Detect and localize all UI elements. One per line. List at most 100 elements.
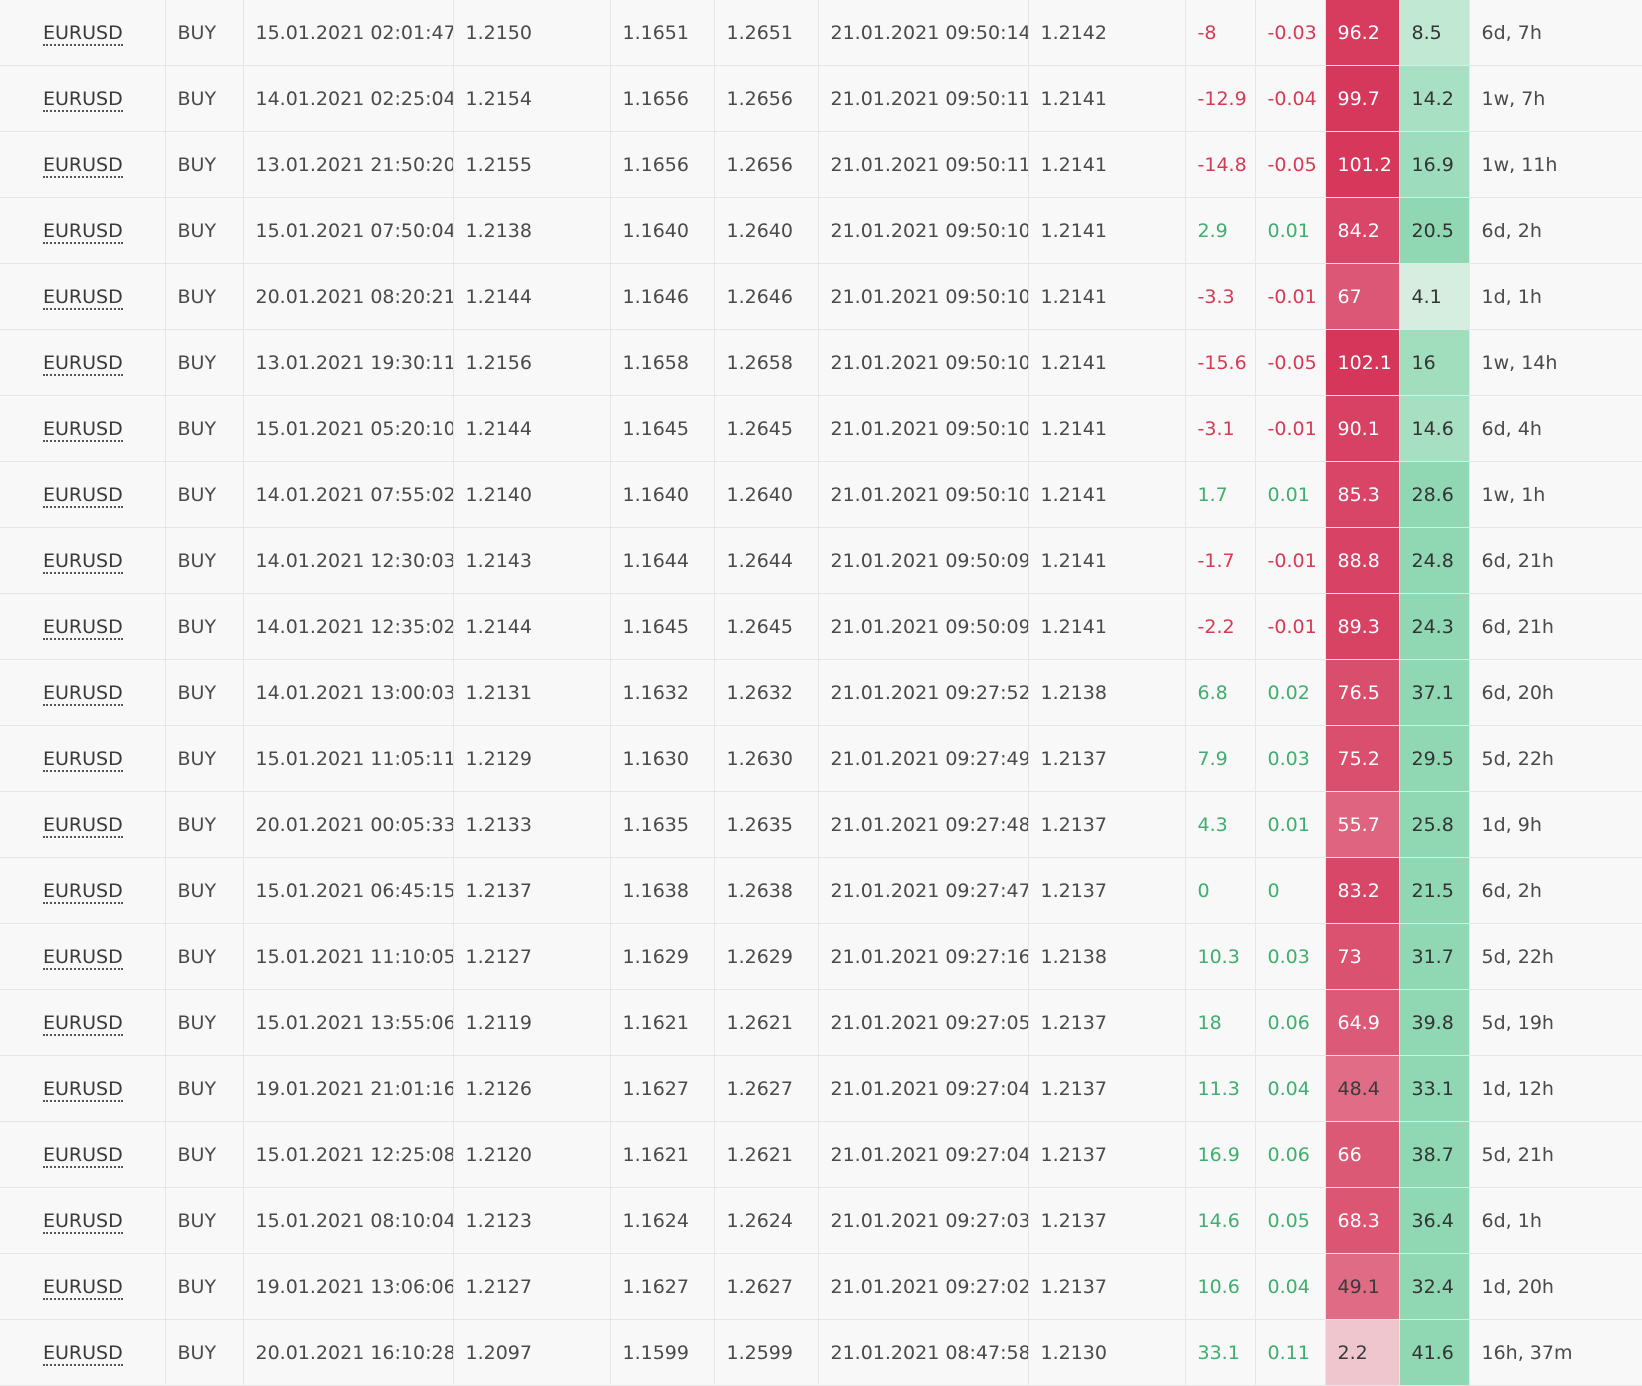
symbol-cell: EURUSD xyxy=(0,527,166,594)
take-profit-cell: 1.2645 xyxy=(714,593,819,660)
symbol-link[interactable]: EURUSD xyxy=(43,1143,123,1168)
table-row[interactable]: EURUSD BUY 14.01.2021 12:35:02 1.2144 1.1645… xyxy=(0,593,1642,660)
table-row[interactable]: EURUSD BUY 15.01.2021 11:10:05 1.2127 1.1629… xyxy=(0,923,1642,990)
reward-heat-cell: 16 xyxy=(1399,329,1470,396)
table-row[interactable]: EURUSD BUY 15.01.2021 12:25:08 1.2120 1.1621… xyxy=(0,1121,1642,1188)
table-row[interactable]: EURUSD BUY 14.01.2021 13:00:03 1.2131 1.1632… xyxy=(0,659,1642,726)
table-row[interactable]: EURUSD BUY 15.01.2021 13:55:06 1.2119 1.1621… xyxy=(0,989,1642,1056)
stop-loss-cell: 1.1621 xyxy=(610,989,715,1056)
symbol-link[interactable]: EURUSD xyxy=(43,879,123,904)
symbol-link[interactable]: EURUSD xyxy=(43,1209,123,1234)
symbol-link[interactable]: EURUSD xyxy=(43,681,123,706)
profit-cell: 0.06 xyxy=(1255,1121,1326,1188)
risk-heat-cell: 102.1 xyxy=(1325,329,1400,396)
symbol-link[interactable]: EURUSD xyxy=(43,285,123,310)
risk-heat-cell: 89.3 xyxy=(1325,593,1400,660)
table-row[interactable]: EURUSD BUY 19.01.2021 21:01:16 1.2126 1.1627… xyxy=(0,1055,1642,1122)
stop-loss-cell: 1.1638 xyxy=(610,857,715,924)
close-time-cell: 21.01.2021 09:27:16 xyxy=(818,923,1029,990)
symbol-link[interactable]: EURUSD xyxy=(43,1341,123,1366)
symbol-link[interactable]: EURUSD xyxy=(43,945,123,970)
table-row[interactable]: EURUSD BUY 20.01.2021 08:20:21 1.2144 1.1646… xyxy=(0,263,1642,330)
close-price-cell: 1.2141 xyxy=(1028,329,1186,396)
close-price-cell: 1.2137 xyxy=(1028,1121,1186,1188)
duration-cell: 1w, 1h xyxy=(1469,461,1642,528)
profit-cell: 0.01 xyxy=(1255,197,1326,264)
close-price-cell: 1.2141 xyxy=(1028,395,1186,462)
symbol-link[interactable]: EURUSD xyxy=(43,549,123,574)
table-row[interactable]: EURUSD BUY 15.01.2021 11:05:11 1.2129 1.1630… xyxy=(0,725,1642,792)
table-row[interactable]: EURUSD BUY 15.01.2021 07:50:04 1.2138 1.1640… xyxy=(0,197,1642,264)
symbol-cell: EURUSD xyxy=(0,197,166,264)
table-row[interactable]: EURUSD BUY 15.01.2021 02:01:47 1.2150 1.1651… xyxy=(0,0,1642,66)
reward-heat-cell: 4.1 xyxy=(1399,263,1470,330)
side-cell: BUY xyxy=(165,65,244,132)
open-price-cell: 1.2155 xyxy=(453,131,611,198)
close-time-cell: 21.01.2021 09:27:48 xyxy=(818,791,1029,858)
reward-heat-cell: 24.8 xyxy=(1399,527,1470,594)
profit-cell: 0.04 xyxy=(1255,1253,1326,1320)
reward-heat-cell: 21.5 xyxy=(1399,857,1470,924)
side-cell: BUY xyxy=(165,395,244,462)
symbol-cell: EURUSD xyxy=(0,461,166,528)
risk-heat-cell: 101.2 xyxy=(1325,131,1400,198)
duration-cell: 5d, 22h xyxy=(1469,725,1642,792)
take-profit-cell: 1.2640 xyxy=(714,197,819,264)
open-price-cell: 1.2154 xyxy=(453,65,611,132)
stop-loss-cell: 1.1645 xyxy=(610,593,715,660)
profit-cell: 0.01 xyxy=(1255,791,1326,858)
symbol-link[interactable]: EURUSD xyxy=(43,615,123,640)
risk-heat-cell: 2.2 xyxy=(1325,1319,1400,1386)
open-time-cell: 14.01.2021 12:35:02 xyxy=(243,593,454,660)
table-row[interactable]: EURUSD BUY 15.01.2021 05:20:10 1.2144 1.1645… xyxy=(0,395,1642,462)
table-row[interactable]: EURUSD BUY 13.01.2021 21:50:20 1.2155 1.1656… xyxy=(0,131,1642,198)
symbol-link[interactable]: EURUSD xyxy=(43,417,123,442)
table-row[interactable]: EURUSD BUY 20.01.2021 16:10:28 1.2097 1.1599… xyxy=(0,1319,1642,1386)
pips-cell: 18 xyxy=(1185,989,1256,1056)
table-row[interactable]: EURUSD BUY 14.01.2021 12:30:03 1.2143 1.1644… xyxy=(0,527,1642,594)
side-cell: BUY xyxy=(165,329,244,396)
table-row[interactable]: EURUSD BUY 19.01.2021 13:06:06 1.2127 1.1627… xyxy=(0,1253,1642,1320)
pips-cell: -15.6 xyxy=(1185,329,1256,396)
profit-cell: 0.01 xyxy=(1255,461,1326,528)
profit-cell: -0.01 xyxy=(1255,527,1326,594)
reward-heat-cell: 32.4 xyxy=(1399,1253,1470,1320)
open-time-cell: 15.01.2021 05:20:10 xyxy=(243,395,454,462)
symbol-link[interactable]: EURUSD xyxy=(43,87,123,112)
duration-cell: 1w, 11h xyxy=(1469,131,1642,198)
open-price-cell: 1.2123 xyxy=(453,1187,611,1254)
stop-loss-cell: 1.1630 xyxy=(610,725,715,792)
symbol-link[interactable]: EURUSD xyxy=(43,351,123,376)
open-price-cell: 1.2131 xyxy=(453,659,611,726)
symbol-link[interactable]: EURUSD xyxy=(43,747,123,772)
table-row[interactable]: EURUSD BUY 14.01.2021 02:25:04 1.2154 1.1656… xyxy=(0,65,1642,132)
profit-cell: 0.05 xyxy=(1255,1187,1326,1254)
symbol-link[interactable]: EURUSD xyxy=(43,219,123,244)
symbol-link[interactable]: EURUSD xyxy=(43,1275,123,1300)
table-row[interactable]: EURUSD BUY 14.01.2021 07:55:02 1.2140 1.1640… xyxy=(0,461,1642,528)
close-time-cell: 21.01.2021 09:50:10 xyxy=(818,395,1029,462)
symbol-cell: EURUSD xyxy=(0,1187,166,1254)
reward-heat-cell: 25.8 xyxy=(1399,791,1470,858)
table-row[interactable]: EURUSD BUY 13.01.2021 19:30:11 1.2156 1.1658… xyxy=(0,329,1642,396)
symbol-link[interactable]: EURUSD xyxy=(43,483,123,508)
close-price-cell: 1.2137 xyxy=(1028,1253,1186,1320)
symbol-link[interactable]: EURUSD xyxy=(43,813,123,838)
duration-cell: 1w, 14h xyxy=(1469,329,1642,396)
open-price-cell: 1.2127 xyxy=(453,923,611,990)
table-row[interactable]: EURUSD BUY 15.01.2021 06:45:15 1.2137 1.1638… xyxy=(0,857,1642,924)
symbol-link[interactable]: EURUSD xyxy=(43,153,123,178)
table-row[interactable]: EURUSD BUY 20.01.2021 00:05:33 1.2133 1.1635… xyxy=(0,791,1642,858)
pips-cell: 6.8 xyxy=(1185,659,1256,726)
symbol-link[interactable]: EURUSD xyxy=(43,21,123,46)
reward-heat-cell: 24.3 xyxy=(1399,593,1470,660)
symbol-link[interactable]: EURUSD xyxy=(43,1077,123,1102)
close-time-cell: 21.01.2021 09:27:05 xyxy=(818,989,1029,1056)
table-row[interactable]: EURUSD BUY 15.01.2021 08:10:04 1.2123 1.1624… xyxy=(0,1187,1642,1254)
risk-heat-cell: 48.4 xyxy=(1325,1055,1400,1122)
close-time-cell: 21.01.2021 09:50:10 xyxy=(818,329,1029,396)
take-profit-cell: 1.2624 xyxy=(714,1187,819,1254)
take-profit-cell: 1.2632 xyxy=(714,659,819,726)
symbol-link[interactable]: EURUSD xyxy=(43,1011,123,1036)
reward-heat-cell: 29.5 xyxy=(1399,725,1470,792)
